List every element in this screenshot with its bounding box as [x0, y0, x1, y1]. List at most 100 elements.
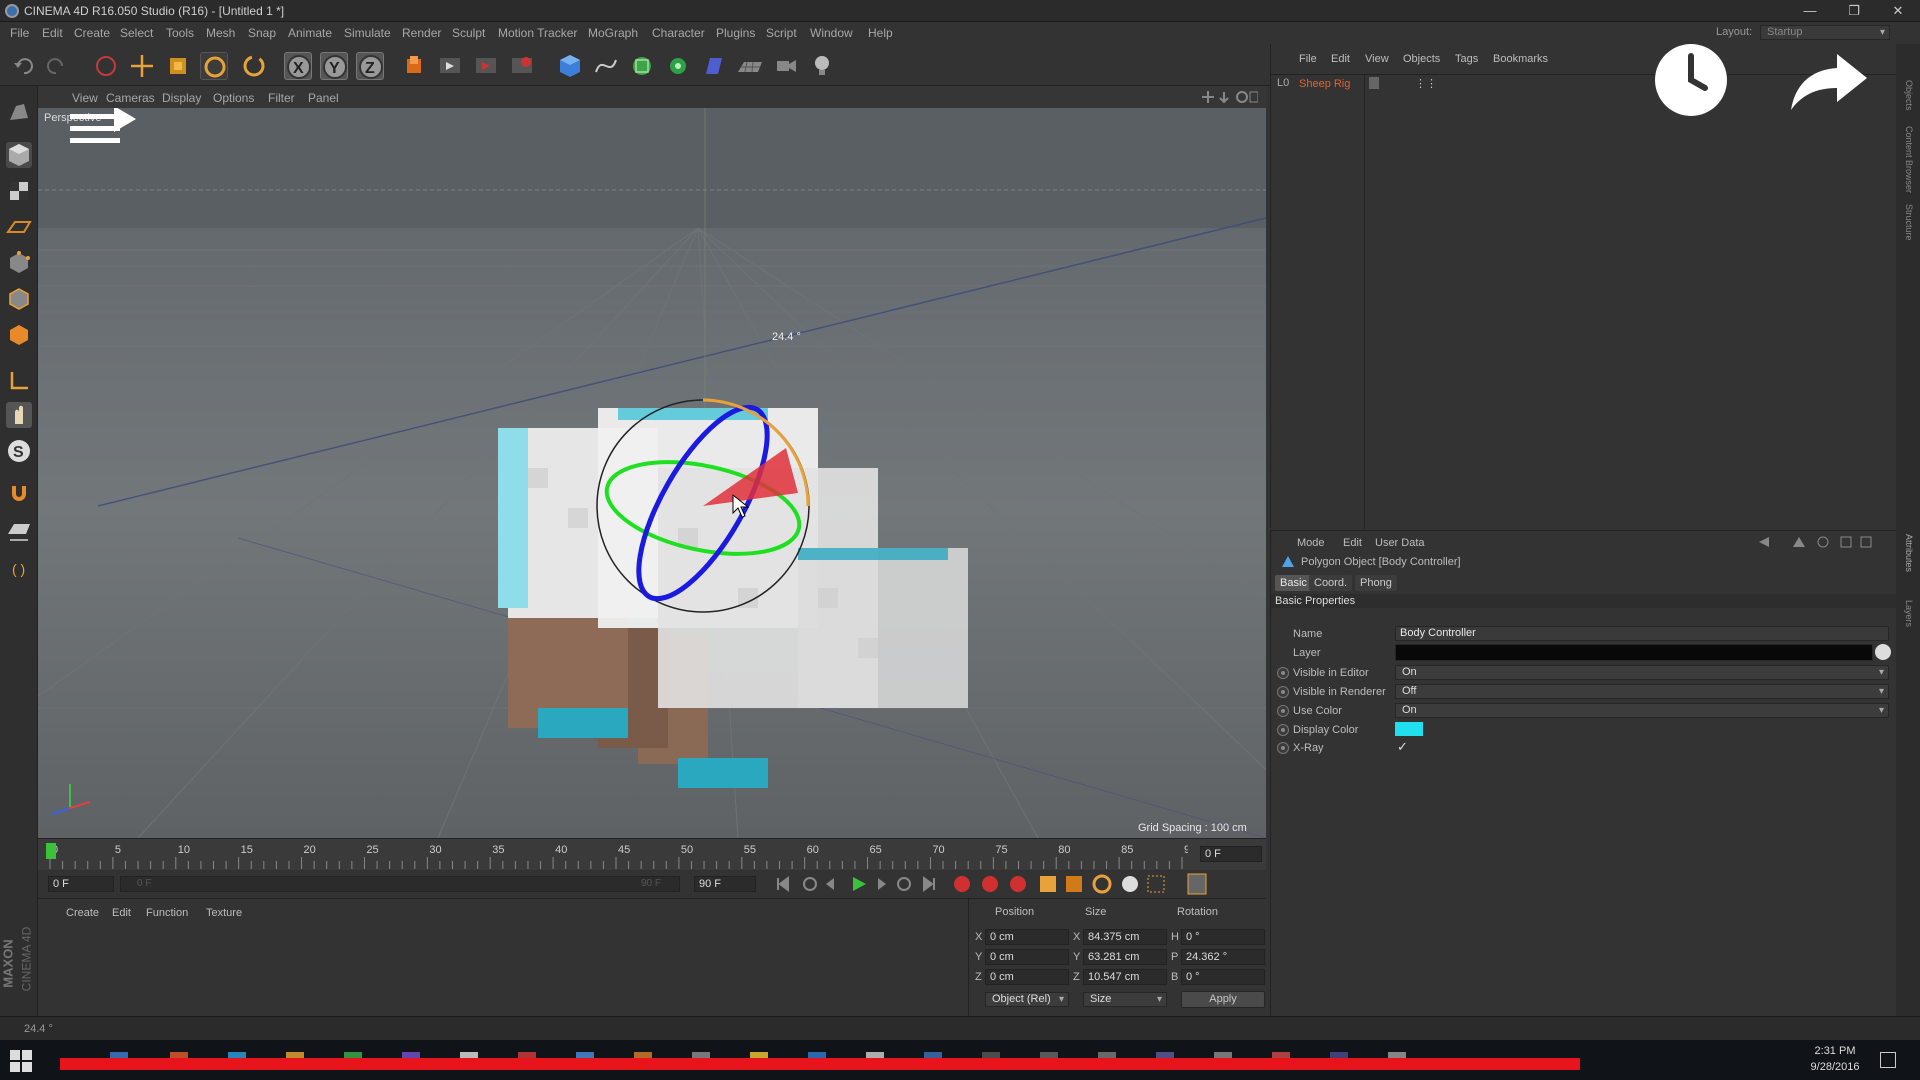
layer-clear-icon[interactable] — [1875, 644, 1891, 660]
current-frame-field[interactable]: 0 F — [1200, 846, 1262, 862]
z-axis-lock-icon[interactable]: Z — [356, 52, 384, 80]
polygons-mode-icon[interactable] — [6, 322, 32, 348]
use-color-anim-icon[interactable] — [1277, 705, 1289, 717]
viewport-menu-filter[interactable]: Filter — [268, 91, 295, 105]
axis-mode-icon[interactable] — [6, 368, 32, 394]
tab-content-browser-vertical[interactable]: Content Browser — [1904, 126, 1914, 193]
viewport-menu-panel[interactable]: Panel — [308, 91, 339, 105]
tab-attributes-vertical[interactable]: Attributes — [1904, 534, 1914, 572]
use-color-dropdown[interactable]: On — [1395, 703, 1889, 718]
menu-file[interactable]: File — [10, 26, 29, 40]
tab-structure-vertical[interactable]: Structure — [1904, 204, 1914, 241]
coordinate-mode-dropdown[interactable]: Object (Rel) — [985, 992, 1069, 1007]
objects-menu-objects[interactable]: Objects — [1403, 53, 1440, 65]
objects-menu-bookmarks[interactable]: Bookmarks — [1493, 53, 1548, 65]
menu-tools[interactable]: Tools — [166, 26, 194, 40]
playback-controls[interactable] — [768, 870, 1228, 898]
points-mode-icon[interactable] — [6, 250, 32, 276]
menu-animate[interactable]: Animate — [288, 26, 332, 40]
menu-edit[interactable]: Edit — [42, 26, 63, 40]
menu-create[interactable]: Create — [74, 26, 110, 40]
material-menu-texture[interactable]: Texture — [206, 907, 242, 919]
scale-tool-icon[interactable] — [164, 52, 192, 80]
live-selection-icon[interactable] — [92, 52, 120, 80]
floor-icon[interactable] — [736, 52, 764, 80]
texture-mode-icon[interactable] — [6, 178, 32, 204]
layout-dropdown[interactable]: Startup — [1760, 25, 1890, 40]
y-axis-lock-icon[interactable]: Y — [320, 52, 348, 80]
viewport-menu-options[interactable]: Options — [213, 91, 254, 105]
rotation-p-field[interactable]: 24.362 ° — [1181, 949, 1265, 965]
visible-in-editor-dropdown[interactable]: On — [1395, 665, 1889, 680]
position-x-field[interactable]: 0 cm — [985, 929, 1069, 945]
cube-primitive-icon[interactable] — [556, 52, 584, 80]
objects-menu-tags[interactable]: Tags — [1455, 53, 1478, 65]
coordinate-system-icon[interactable] — [400, 52, 428, 80]
menu-plugins[interactable]: Plugins — [716, 26, 755, 40]
viewport-menu-view[interactable]: View — [72, 91, 98, 105]
attr-menu-mode[interactable]: Mode — [1297, 537, 1325, 549]
visible-in-editor-anim-icon[interactable] — [1277, 667, 1289, 679]
windows-start-icon[interactable] — [10, 1050, 32, 1072]
deformer-icon[interactable] — [700, 52, 728, 80]
rotation-h-field[interactable]: 0 ° — [1181, 929, 1265, 945]
menu-mograph[interactable]: MoGraph — [588, 26, 638, 40]
size-z-field[interactable]: 10.547 cm — [1083, 969, 1167, 985]
tag-icon[interactable]: ⋮⋮ — [1415, 77, 1437, 90]
spline-pen-icon[interactable] — [592, 52, 620, 80]
visible-in-renderer-anim-icon[interactable] — [1277, 686, 1289, 698]
menu-select[interactable]: Select — [120, 26, 153, 40]
light-icon[interactable] — [808, 52, 836, 80]
size-x-field[interactable]: 84.375 cm — [1083, 929, 1167, 945]
viewport-menu-display[interactable]: Display — [162, 91, 201, 105]
workplane-icon[interactable] — [6, 214, 32, 240]
tab-objects-vertical[interactable]: Objects — [1904, 80, 1914, 111]
maximize-button[interactable]: ❐ — [1832, 0, 1876, 22]
menu-help[interactable]: Help — [868, 26, 893, 40]
visible-in-renderer-dropdown[interactable]: Off — [1395, 684, 1889, 699]
render-view-icon[interactable] — [436, 52, 464, 80]
start-frame-field[interactable]: 0 F — [48, 876, 114, 892]
magnet-icon[interactable] — [6, 480, 32, 506]
snapping-icon[interactable]: S — [6, 438, 32, 464]
tab-phong[interactable]: Phong — [1355, 575, 1397, 591]
tab-layers-vertical[interactable]: Layers — [1904, 600, 1914, 627]
objects-menu-file[interactable]: File — [1299, 53, 1317, 65]
size-mode-dropdown[interactable]: Size — [1083, 992, 1167, 1007]
history-clock-icon[interactable] — [1653, 42, 1729, 118]
model-mode-icon[interactable] — [6, 142, 32, 168]
subdivision-surface-icon[interactable] — [628, 52, 656, 80]
xray-checkbox[interactable]: ✓ — [1397, 739, 1408, 755]
objects-menu-edit[interactable]: Edit — [1331, 53, 1350, 65]
viewport-nav-icons[interactable] — [1198, 90, 1259, 104]
layer-field[interactable] — [1395, 644, 1873, 661]
minimize-button[interactable]: — — [1788, 0, 1832, 22]
x-axis-lock-icon[interactable]: X — [284, 52, 312, 80]
attr-menu-edit[interactable]: Edit — [1343, 537, 1362, 549]
frame-range-slider[interactable]: 0 F 90 F — [120, 876, 680, 892]
close-button[interactable]: ✕ — [1876, 0, 1920, 22]
material-menu-edit[interactable]: Edit — [112, 907, 131, 919]
attr-menu-user-data[interactable]: User Data — [1375, 537, 1425, 549]
menu-render[interactable]: Render — [402, 26, 441, 40]
xray-anim-icon[interactable] — [1277, 742, 1289, 754]
menu-sculpt[interactable]: Sculpt — [452, 26, 485, 40]
brackets-icon[interactable]: ( ) — [6, 556, 32, 582]
display-color-swatch[interactable] — [1395, 722, 1423, 736]
menu-script[interactable]: Script — [766, 26, 797, 40]
display-color-anim-icon[interactable] — [1277, 724, 1289, 736]
rotation-b-field[interactable]: 0 ° — [1181, 969, 1265, 985]
3d-viewport[interactable]: 24.4 ° Perspective Grid Spacing : 100 cm — [38, 108, 1266, 838]
sheep-model[interactable] — [498, 408, 968, 788]
menu-character[interactable]: Character — [652, 26, 705, 40]
tab-basic[interactable]: Basic — [1275, 575, 1312, 591]
array-icon[interactable] — [664, 52, 692, 80]
position-y-field[interactable]: 0 cm — [985, 949, 1069, 965]
material-menu-function[interactable]: Function — [146, 907, 188, 919]
render-picture-viewer-icon[interactable] — [472, 52, 500, 80]
make-editable-icon[interactable] — [6, 100, 32, 126]
rotate-tool-icon[interactable] — [200, 52, 228, 80]
size-y-field[interactable]: 63.281 cm — [1083, 949, 1167, 965]
attr-nav-icons[interactable] — [1757, 535, 1877, 549]
camera-icon[interactable] — [772, 52, 800, 80]
